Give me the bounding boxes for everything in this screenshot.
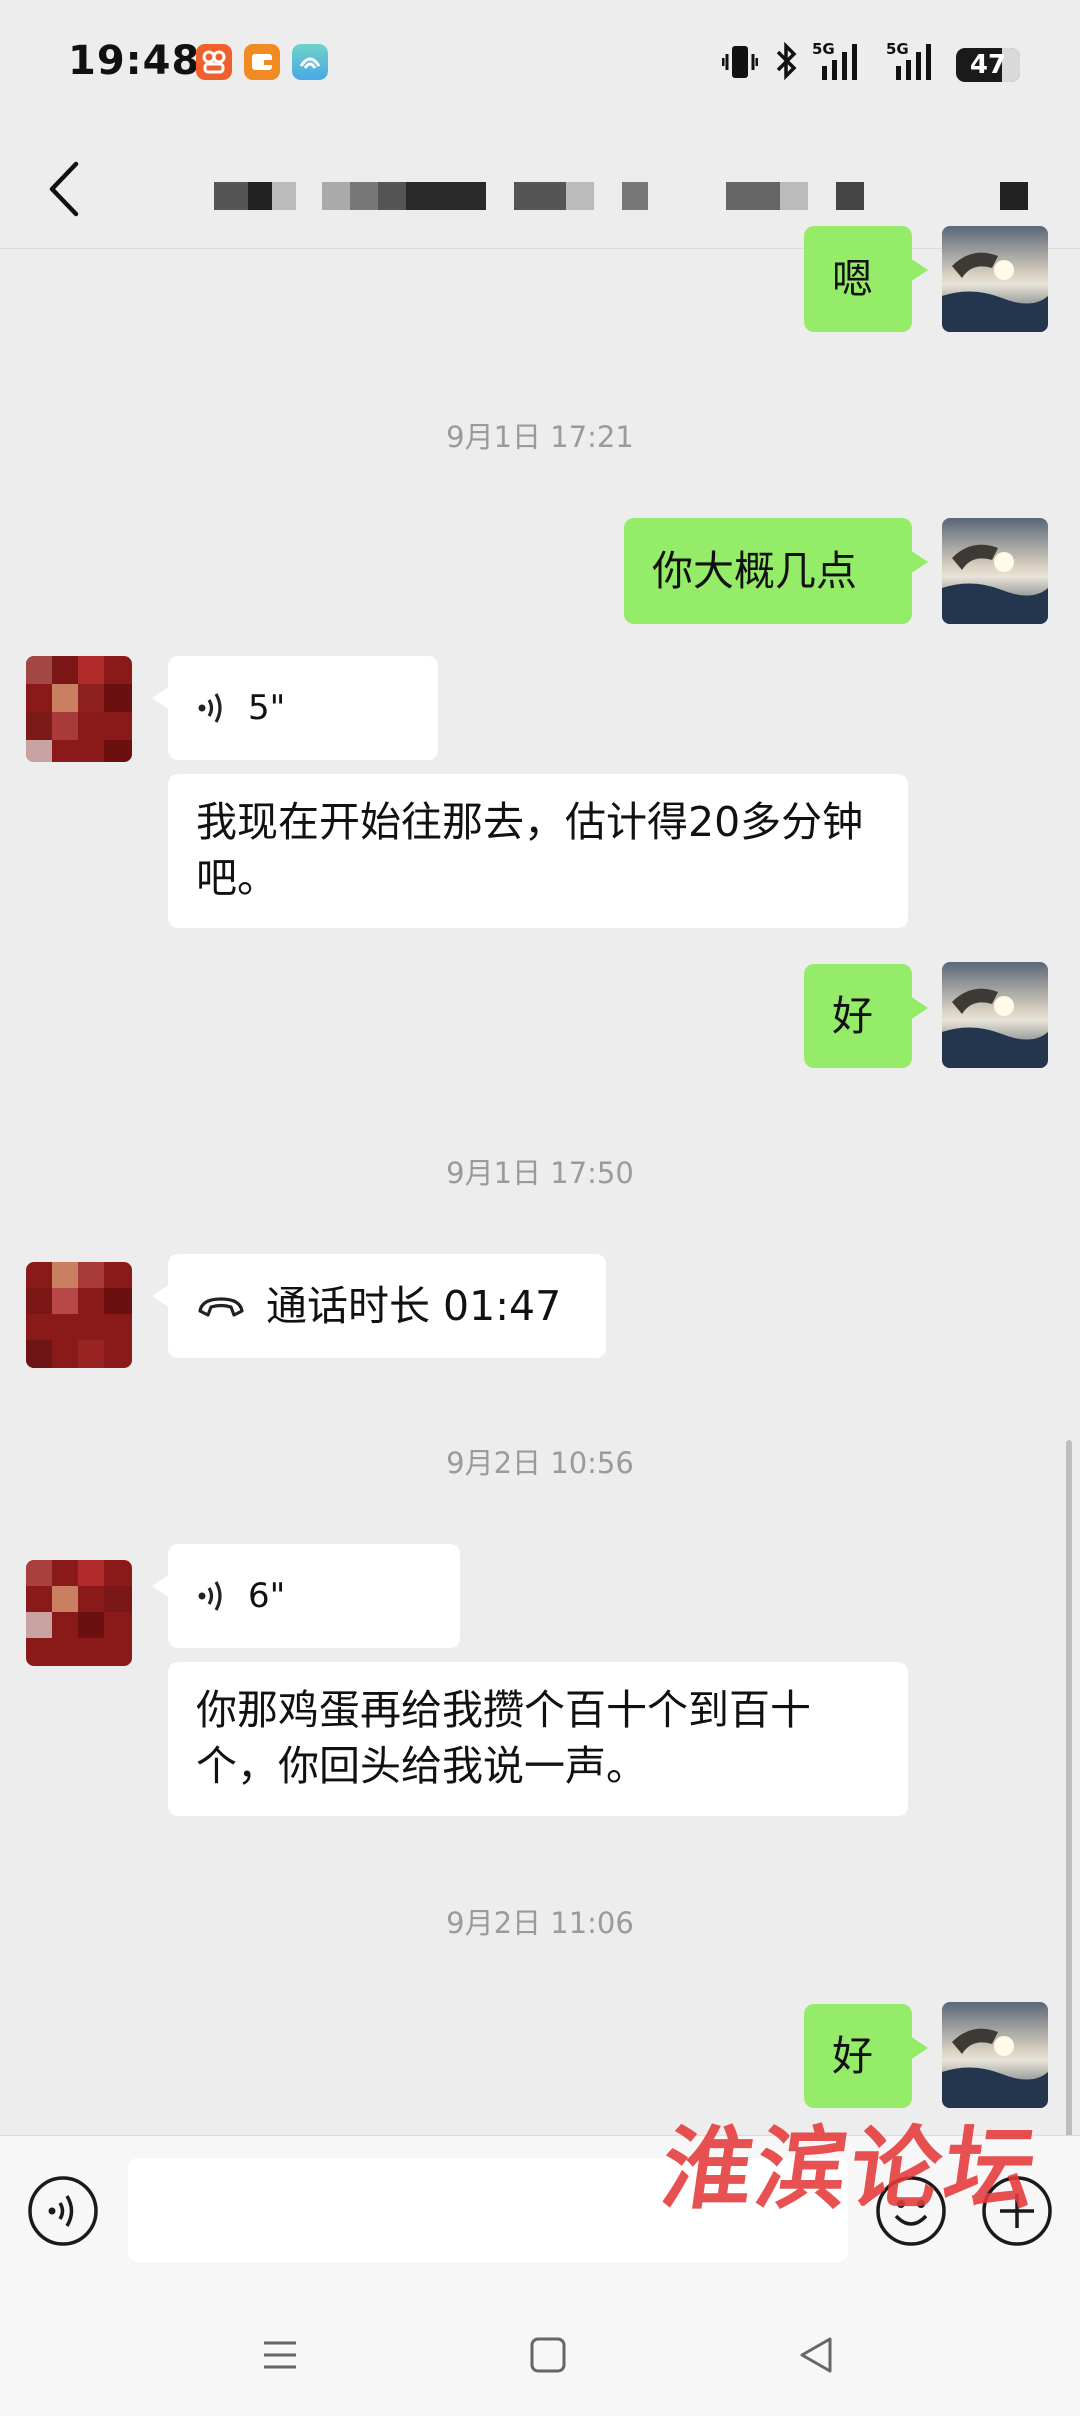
voice-input-icon[interactable]	[26, 2174, 100, 2248]
voice-wave-icon	[198, 693, 222, 723]
message-text: 你那鸡蛋再给我攒个百十个到百十个，你回头给我说一声。	[196, 1686, 811, 1790]
phone-hangup-icon	[198, 1297, 244, 1317]
status-bar: 19:48 5G 5G 47	[0, 0, 1080, 130]
message-bubble-incoming[interactable]: 我现在开始往那去，估计得20多分钟吧。	[168, 774, 908, 928]
message-bubble-incoming[interactable]: 你那鸡蛋再给我攒个百十个到百十个，你回头给我说一声。	[168, 1662, 908, 1816]
watermark: 淮滨论坛	[655, 2116, 1047, 2222]
chat-scrollbar[interactable]	[1066, 1440, 1072, 2140]
vibrate-icon	[722, 46, 758, 78]
chat-header	[0, 130, 1080, 249]
menu-icon[interactable]	[254, 2329, 306, 2381]
voice-message-bubble[interactable]: 5"	[152, 656, 438, 760]
message-bubble-outgoing[interactable]: 好	[804, 2004, 928, 2108]
contact-avatar[interactable]	[26, 656, 132, 762]
voice-duration: 6"	[248, 1576, 286, 1616]
message-text: 好	[832, 992, 873, 1040]
wallet-app-icon	[244, 44, 280, 80]
self-avatar[interactable]	[942, 962, 1048, 1068]
more-icon[interactable]	[1000, 182, 1028, 210]
chevron-left-icon[interactable]	[38, 154, 98, 224]
contact-avatar[interactable]	[26, 1262, 132, 1368]
self-avatar[interactable]	[942, 226, 1048, 332]
signal-icon	[822, 44, 857, 80]
message-bubble-outgoing[interactable]: 好	[804, 964, 928, 1068]
self-avatar[interactable]	[942, 518, 1048, 624]
home-icon[interactable]	[522, 2329, 574, 2381]
message-text: 我现在开始往那去，估计得20多分钟吧。	[196, 798, 864, 902]
voice-wave-icon	[198, 1581, 222, 1611]
voice-duration: 5"	[248, 688, 286, 728]
call-duration-text: 通话时长 01:47	[266, 1282, 562, 1330]
system-nav-bar	[0, 2293, 1080, 2416]
bluetooth-icon	[776, 41, 797, 81]
message-text: 你大概几点	[652, 547, 857, 595]
message-bubble-outgoing[interactable]: 你大概几点	[624, 518, 928, 624]
battery-icon: 47	[956, 48, 1020, 82]
message-text: 嗯	[832, 255, 873, 303]
message-bubble-outgoing[interactable]: 嗯	[804, 226, 928, 332]
back-triangle-icon[interactable]	[790, 2329, 842, 2381]
timestamp: 9月2日 10:56	[446, 1446, 634, 1480]
app-notification-icon	[196, 44, 232, 80]
call-record-bubble[interactable]: 通话时长 01:47	[152, 1254, 606, 1358]
message-text: 好	[832, 2032, 873, 2080]
voice-message-bubble[interactable]: 6"	[152, 1544, 460, 1648]
timestamp: 9月1日 17:50	[446, 1156, 634, 1190]
timestamp: 9月1日 17:21	[446, 420, 634, 454]
battery-level: 47	[969, 50, 1007, 80]
signal-icon-2	[896, 44, 931, 80]
self-avatar[interactable]	[942, 2002, 1048, 2108]
timestamp: 9月2日 11:06	[446, 1906, 634, 1940]
contact-avatar[interactable]	[26, 1560, 132, 1666]
green-app-icon	[292, 44, 328, 80]
status-time: 19:48	[68, 38, 201, 84]
